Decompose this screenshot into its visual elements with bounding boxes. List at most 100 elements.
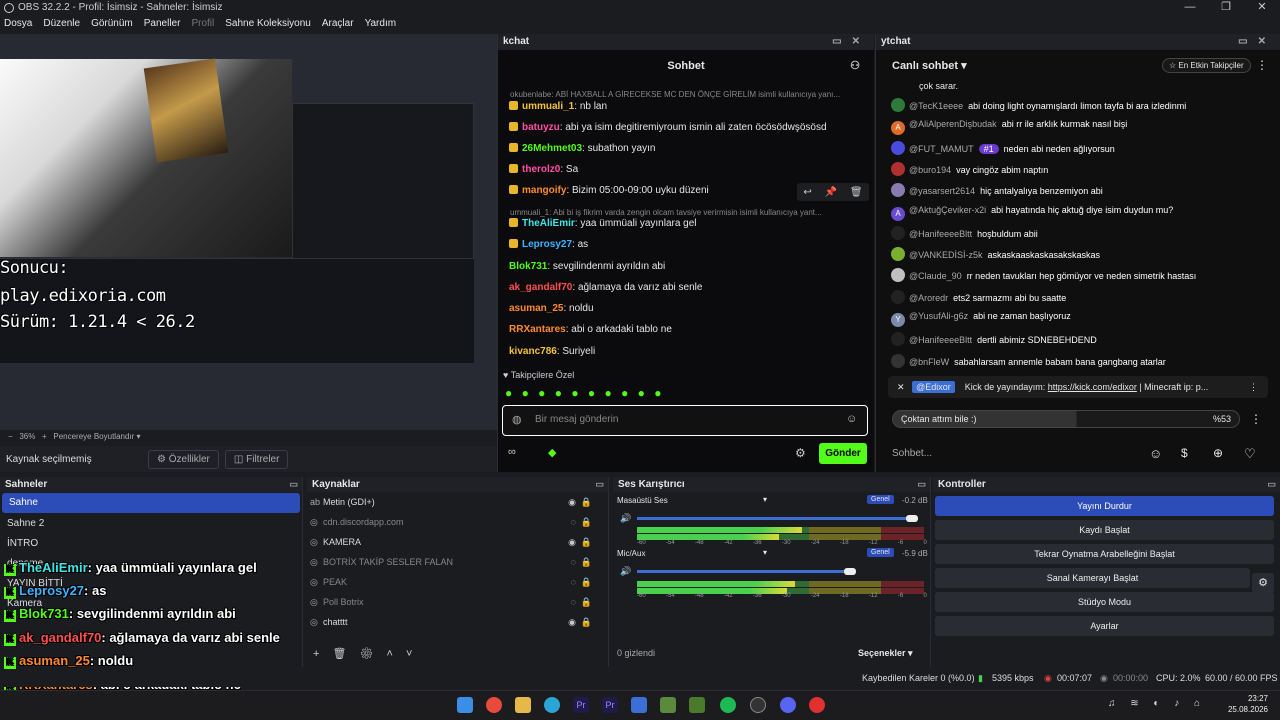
virtual-camera-settings-icon[interactable]: ⚙ <box>1252 573 1274 593</box>
menu-view[interactable]: Görünüm <box>91 16 133 32</box>
chat-username[interactable]: Leprosy27 <box>522 239 572 250</box>
premiere-icon-2[interactable]: Pr <box>602 697 618 713</box>
filters-button[interactable]: ◫ Filtreler <box>224 449 289 469</box>
yt-username[interactable]: @VANKEDİSİ-z5k <box>909 250 983 260</box>
menu-tools[interactable]: Araçlar <box>322 16 354 32</box>
menu-edit[interactable]: Düzenle <box>43 16 80 32</box>
avatar[interactable]: A <box>891 206 905 221</box>
emoji-icon[interactable]: ☺ <box>1149 446 1162 461</box>
dock-controls[interactable]: ▭ <box>595 477 604 492</box>
scene-item[interactable]: Sahne 2 <box>0 514 302 534</box>
yt-username[interactable]: @TecK1eeee <box>909 101 963 111</box>
send-button[interactable]: Gönder <box>819 443 867 464</box>
chat-username[interactable]: RRXantares <box>509 324 566 335</box>
menu-profile[interactable]: Profil <box>191 16 214 32</box>
chevron-down-icon[interactable]: ▾ <box>763 495 767 504</box>
more-options-icon[interactable]: ⋮ <box>1250 412 1262 426</box>
studio-mode-button[interactable]: Stüdyo Modu <box>935 592 1274 612</box>
yt-chat-input[interactable]: Sohbet... <box>892 444 1142 464</box>
settings-gear-icon[interactable]: ⚙ <box>795 446 806 460</box>
start-icon[interactable] <box>457 697 473 713</box>
pinned-link[interactable]: https://kick.com/edixor <box>1048 382 1137 392</box>
speaker-icon[interactable]: 🔊 <box>620 566 631 577</box>
lock-icon[interactable]: 🔒 <box>581 552 592 572</box>
yt-username[interactable]: @bnFleW <box>909 357 949 367</box>
minecraft-icon[interactable] <box>660 697 676 713</box>
source-toolbar-buttons[interactable]: + 🗑 ⚙ ˄ ˅ <box>313 647 412 660</box>
eye-hidden-icon[interactable]: ◌ <box>571 592 576 612</box>
volume-slider[interactable] <box>637 517 912 520</box>
source-item[interactable]: ◎ cdn.discordapp.com ◌ 🔒 <box>307 512 608 532</box>
slider-knob[interactable] <box>844 568 856 575</box>
lock-icon[interactable]: 🔒 <box>581 572 592 592</box>
chevron-down-icon[interactable]: ▾ <box>137 432 141 441</box>
scene-item[interactable]: Sahne <box>2 493 300 513</box>
reply-icon[interactable]: ↩ <box>803 187 811 198</box>
poll-bar[interactable]: Çoktan attım bile :) %53 <box>892 410 1240 428</box>
avatar[interactable] <box>891 183 905 198</box>
start-virtual-camera-button[interactable]: Sanal Kamerayı Başlat <box>935 568 1250 588</box>
chat-username[interactable]: mangoify <box>522 185 566 196</box>
pin-icon[interactable]: 📌 <box>825 187 837 198</box>
yt-username[interactable]: @HanifeeeeBltt <box>909 335 972 345</box>
chat-username[interactable]: 26Mehmet03 <box>522 143 582 154</box>
spotify-icon[interactable] <box>720 697 736 713</box>
avatar[interactable]: Y <box>891 313 905 327</box>
dock-controls[interactable]: ▭ <box>917 477 926 492</box>
avatar[interactable] <box>891 225 905 240</box>
eye-hidden-icon[interactable]: ◌ <box>571 512 576 532</box>
zoom-out-icon[interactable]: − <box>8 432 13 441</box>
avatar[interactable] <box>891 332 905 347</box>
chat-username[interactable]: TheAliEmir <box>522 218 575 229</box>
yt-username[interactable]: @FUT_MAMUT <box>909 144 974 154</box>
dock-controls[interactable]: ▭✕ <box>832 34 870 50</box>
discord-icon[interactable] <box>780 697 796 713</box>
source-item[interactable]: ◎ KAMERA ◉ 🔒 <box>307 532 608 552</box>
points-icon[interactable]: ∞ <box>508 446 516 458</box>
yt-username[interactable]: @AliAlperenDişbudak <box>909 119 997 129</box>
properties-button[interactable]: ⚙ Özellikler <box>148 449 219 469</box>
dock-controls[interactable]: ▭ <box>1267 477 1276 492</box>
menu-scene-collection[interactable]: Sahne Koleksiyonu <box>225 16 311 32</box>
scene-item[interactable]: İNTRO <box>0 534 302 554</box>
users-icon[interactable]: ⚇ <box>850 50 860 82</box>
avatar[interactable] <box>891 161 905 176</box>
menu-help[interactable]: Yardım <box>365 16 397 32</box>
lock-icon[interactable]: 🔒 <box>581 612 592 632</box>
slider-knob[interactable] <box>906 515 918 522</box>
avatar[interactable] <box>891 247 905 262</box>
eye-icon[interactable]: ◉ <box>568 532 576 552</box>
avatar[interactable] <box>891 353 905 368</box>
zoom-in-icon[interactable]: + <box>42 432 47 441</box>
channel-tag[interactable]: Genel <box>867 495 894 504</box>
dock-controls[interactable]: ▭ <box>289 477 298 492</box>
start-recording-button[interactable]: Kaydı Başlat <box>935 520 1274 540</box>
fit-label[interactable]: Pencereye Boyutlandır <box>53 432 134 441</box>
avatar[interactable] <box>891 268 905 283</box>
source-item[interactable]: ab Metin (GDI+) ◉ 🔒 <box>307 492 608 512</box>
chat-username[interactable]: Blok731 <box>509 261 547 272</box>
lock-icon[interactable]: 🔒 <box>581 512 592 532</box>
delete-icon[interactable]: 🗑 <box>850 187 863 198</box>
yt-username[interactable]: @buro194 <box>909 165 951 175</box>
obs-icon[interactable] <box>750 697 766 713</box>
chat-mode-select[interactable]: Canlı sohbet ▾ <box>892 59 967 72</box>
chat-username[interactable]: asuman_25 <box>509 303 563 314</box>
chat-username[interactable]: kivanc786 <box>509 346 557 357</box>
settings-button[interactable]: Ayarlar <box>935 616 1274 636</box>
app-icon[interactable] <box>631 697 647 713</box>
minecraft-icon-2[interactable] <box>689 697 705 713</box>
more-options-icon[interactable]: ⋮ <box>1249 376 1258 398</box>
emoji-icon[interactable]: ☺ <box>846 413 857 425</box>
chevron-down-icon[interactable]: ▾ <box>763 548 767 557</box>
speaker-icon[interactable]: 🔊 <box>620 513 631 524</box>
menu-docks[interactable]: Paneller <box>144 16 181 32</box>
dock-controls[interactable]: ▭✕ <box>1238 34 1276 50</box>
heart-icon[interactable]: ♡ <box>1244 446 1256 462</box>
close-icon[interactable]: ✕ <box>1244 0 1280 16</box>
yt-username[interactable]: @HanifeeeeBltt <box>909 229 972 239</box>
chat-username[interactable]: ak_gandalf70 <box>509 282 572 293</box>
eye-icon[interactable]: ◉ <box>568 492 576 512</box>
eye-icon[interactable]: ◉ <box>568 612 576 632</box>
system-tray-icons[interactable]: ♫ ≋ ◐ ♪ ⌂ <box>1108 698 1206 709</box>
